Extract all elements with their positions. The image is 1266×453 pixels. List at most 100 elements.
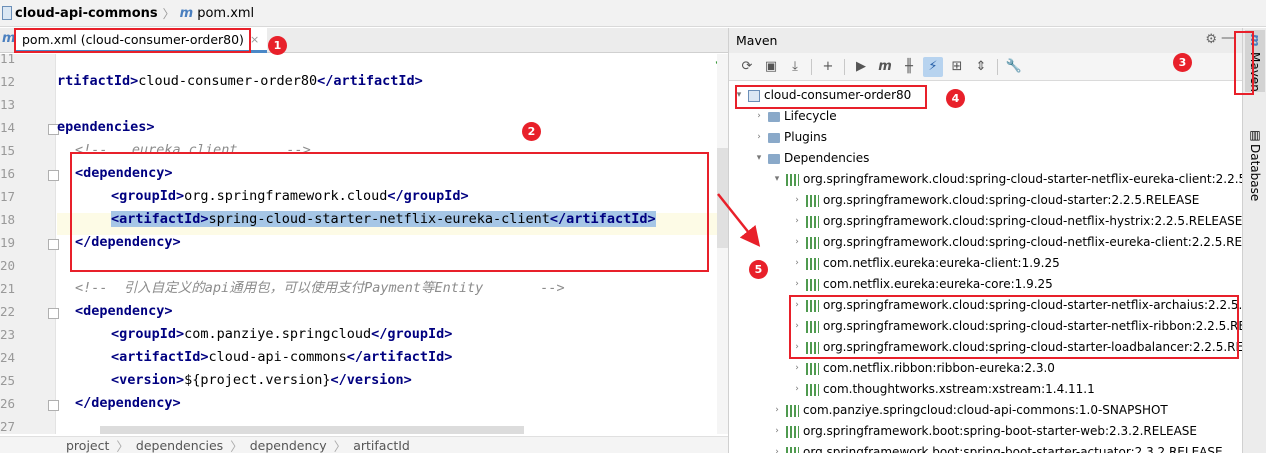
annotation-badge-4: 4 <box>946 89 965 108</box>
breadcrumb-project[interactable]: cloud-api-commons <box>15 6 158 21</box>
show-dependencies-icon[interactable]: ⊞ <box>947 57 967 77</box>
chevron-right-icon[interactable]: › <box>771 421 783 442</box>
tree-node-label: com.netflix.eureka:eureka-core:1.9.25 <box>823 277 1053 291</box>
tree-dependency[interactable]: › org.springframework.boot:spring-boot-st… <box>771 421 1197 442</box>
library-icon <box>806 383 819 396</box>
add-icon[interactable]: + <box>818 57 838 77</box>
scrollbar-thumb[interactable] <box>717 148 728 248</box>
chevron-right-icon[interactable]: › <box>791 232 803 253</box>
chevron-right-icon: 〉 <box>116 438 129 453</box>
tree-dependency[interactable]: › org.springframework.cloud:spring-cloud-… <box>791 190 1199 211</box>
tree-dependency[interactable]: ▾ org.springframework.cloud:spring-cloud-… <box>771 169 1243 190</box>
tree-dependency[interactable]: › com.panziye.springcloud:cloud-api-commo… <box>771 400 1168 421</box>
line-number: 20 <box>0 258 16 273</box>
toolbar-divider <box>997 58 998 75</box>
chevron-right-icon[interactable]: › <box>791 379 803 400</box>
tree-dependency[interactable]: › org.springframework.cloud:spring-cloud-… <box>791 232 1243 253</box>
xml-value: cloud-consumer-order80 <box>138 73 318 89</box>
xml-tag: <dependency> <box>75 303 173 319</box>
tree-dependencies[interactable]: ▾ Dependencies <box>753 148 870 169</box>
download-icon[interactable]: ⤓ <box>785 57 805 77</box>
horizontal-scrollbar[interactable] <box>100 426 524 434</box>
annotation-box-1 <box>14 28 251 53</box>
chevron-right-icon[interactable]: › <box>771 400 783 421</box>
library-icon <box>786 404 799 417</box>
library-icon <box>786 425 799 438</box>
toggle-offline-icon[interactable]: ╫ <box>899 57 919 77</box>
xml-tag: rtifactId> <box>57 73 139 89</box>
toolbar-divider <box>811 58 812 75</box>
chevron-down-icon[interactable]: ▾ <box>771 169 783 190</box>
generate-sources-icon[interactable]: ▣ <box>761 57 781 77</box>
chevron-right-icon[interactable]: › <box>791 253 803 274</box>
chevron-right-icon[interactable]: › <box>753 127 765 148</box>
database-strip-button[interactable]: Database <box>1243 144 1266 201</box>
tree-node-label: com.netflix.eureka:eureka-client:1.9.25 <box>823 256 1060 270</box>
line-number: 24 <box>0 350 16 365</box>
chevron-right-icon: 〉 <box>230 438 243 453</box>
xml-path-item[interactable]: artifactId <box>353 438 410 453</box>
line-number: 12 <box>0 74 16 89</box>
tree-node-label: Dependencies <box>784 151 870 165</box>
line-number: 22 <box>0 304 16 319</box>
breadcrumb-file[interactable]: pom.xml <box>197 6 254 21</box>
annotation-box-2 <box>70 152 709 272</box>
tree-dependency[interactable]: › com.thoughtworks.xstream:xstream:1.4.11… <box>791 379 1095 400</box>
tree-node-label: org.springframework.cloud:spring-cloud-n… <box>823 214 1243 228</box>
annotation-box-4 <box>735 85 927 109</box>
minimize-icon[interactable]: — <box>1221 30 1235 46</box>
gear-icon[interactable]: ⚙ <box>1205 32 1217 47</box>
chevron-right-icon[interactable]: › <box>791 190 803 211</box>
line-number: 19 <box>0 235 16 250</box>
chevron-right-icon[interactable]: › <box>791 274 803 295</box>
tree-node-label: com.thoughtworks.xstream:xstream:1.4.11.… <box>823 382 1095 396</box>
tree-dependency[interactable]: › com.netflix.ribbon:ribbon-eureka:2.3.0 <box>791 358 1055 379</box>
tree-dependency[interactable]: › org.springframework.cloud:spring-cloud-… <box>791 211 1242 232</box>
execute-goal-icon[interactable]: m <box>875 57 895 77</box>
line-number: 27 <box>0 419 16 434</box>
line-number: 15 <box>0 143 16 158</box>
chevron-right-icon[interactable]: › <box>791 211 803 232</box>
tree-node-label: com.panziye.springcloud:cloud-api-common… <box>803 403 1168 417</box>
xml-tag: ependencies> <box>57 119 155 135</box>
library-icon <box>806 362 819 375</box>
chevron-right-icon[interactable]: › <box>753 106 765 127</box>
line-number-gutter: 11 12 13 14 15 16 17 18 19 20 21 22 23 24 25 26 27 <box>0 51 59 434</box>
dependencies-folder-icon <box>768 153 780 164</box>
tree-dependency[interactable]: › org.springframework.boot:spring-boot-st… <box>771 442 1223 453</box>
run-icon[interactable]: ▶ <box>851 57 871 77</box>
collapse-all-icon[interactable]: ⇕ <box>971 57 991 77</box>
xml-path-item[interactable]: dependencies <box>136 438 223 453</box>
chevron-down-icon[interactable]: ▾ <box>753 148 765 169</box>
close-icon[interactable]: × <box>250 33 259 46</box>
chevron-right-icon: 〉 <box>162 6 175 21</box>
xml-value: cloud-api-commons <box>208 349 347 365</box>
annotation-badge-3: 3 <box>1173 53 1192 72</box>
wrench-icon[interactable]: 🔧 <box>1004 57 1024 77</box>
chevron-right-icon[interactable]: › <box>791 358 803 379</box>
code-line: </dependency> <box>75 393 181 414</box>
xml-path-item[interactable]: dependency <box>250 438 327 453</box>
code-line: <artifactId>cloud-api-commons</artifactI… <box>111 347 452 368</box>
tree-lifecycle[interactable]: › Lifecycle <box>753 106 837 127</box>
annotation-badge-1: 1 <box>268 36 287 55</box>
xml-path-item[interactable]: project <box>66 438 109 453</box>
vertical-scrollbar[interactable] <box>717 54 728 434</box>
xml-tag: </dependency> <box>75 395 181 411</box>
xml-tag: </groupId> <box>371 326 453 342</box>
skip-tests-icon[interactable]: ⚡ <box>923 56 943 77</box>
tree-node-label: org.springframework.cloud:spring-cloud-n… <box>823 235 1243 249</box>
module-folder-icon <box>2 6 12 20</box>
ide-window: cloud-api-commons 〉 m pom.xml m pom.xml … <box>0 0 1266 453</box>
tree-plugins[interactable]: › Plugins <box>753 127 827 148</box>
tree-dependency[interactable]: › com.netflix.eureka:eureka-core:1.9.25 <box>791 274 1053 295</box>
annotation-box-5 <box>789 295 1239 359</box>
tree-node-label: Lifecycle <box>784 109 837 123</box>
annotation-badge-5: 5 <box>749 260 768 279</box>
toolbar-divider <box>844 58 845 75</box>
tree-dependency[interactable]: › com.netflix.eureka:eureka-client:1.9.25 <box>791 253 1060 274</box>
reload-icon[interactable]: ⟳ <box>737 57 757 77</box>
chevron-right-icon[interactable]: › <box>771 442 783 453</box>
plugins-folder-icon <box>768 132 780 143</box>
library-icon <box>806 278 819 291</box>
